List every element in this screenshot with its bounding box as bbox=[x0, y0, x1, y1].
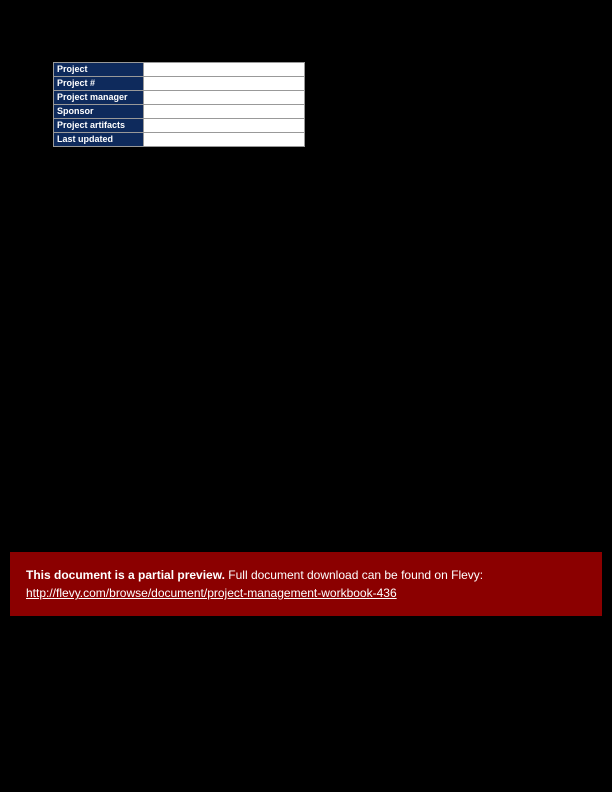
table-row: Sponsor bbox=[54, 105, 305, 119]
value-project-artifacts bbox=[143, 119, 304, 133]
value-project-number bbox=[143, 77, 304, 91]
label-project-manager: Project manager bbox=[54, 91, 144, 105]
label-project-number: Project # bbox=[54, 77, 144, 91]
table-row: Project # bbox=[54, 77, 305, 91]
banner-link[interactable]: http://flevy.com/browse/document/project… bbox=[26, 586, 397, 600]
label-project: Project bbox=[54, 63, 144, 77]
banner-rest-text: Full document download can be found on F… bbox=[225, 568, 483, 582]
label-sponsor: Sponsor bbox=[54, 105, 144, 119]
table-row: Project bbox=[54, 63, 305, 77]
table-row: Project artifacts bbox=[54, 119, 305, 133]
table-row: Project manager bbox=[54, 91, 305, 105]
value-project-manager bbox=[143, 91, 304, 105]
project-info-table: Project Project # Project manager Sponso… bbox=[53, 62, 305, 147]
label-last-updated: Last updated bbox=[54, 133, 144, 147]
table-row: Last updated bbox=[54, 133, 305, 147]
value-sponsor bbox=[143, 105, 304, 119]
banner-bold-text: This document is a partial preview. bbox=[26, 568, 225, 582]
value-project bbox=[143, 63, 304, 77]
value-last-updated bbox=[143, 133, 304, 147]
label-project-artifacts: Project artifacts bbox=[54, 119, 144, 133]
preview-banner: This document is a partial preview. Full… bbox=[10, 552, 602, 616]
